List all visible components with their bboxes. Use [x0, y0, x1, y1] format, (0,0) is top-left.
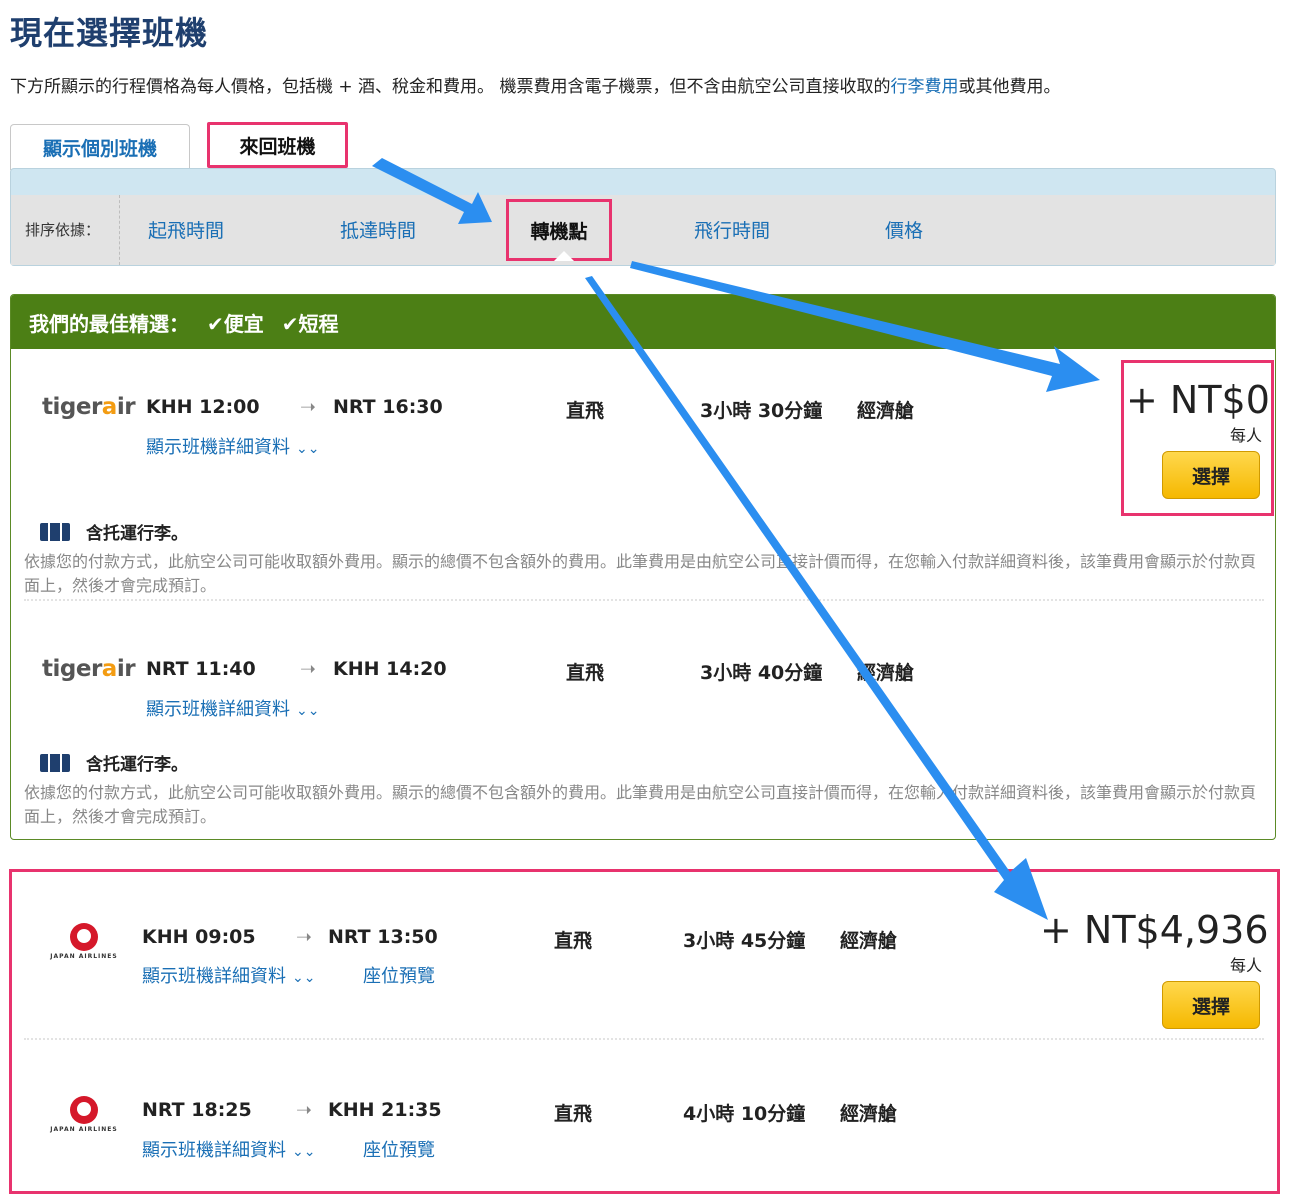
page-title: 現在選擇班機 [10, 14, 209, 52]
tag-cheap: ✔便宜 [207, 311, 264, 336]
payment-fee-note: 依據您的付款方式，此航空公司可能收取額外費用。顯示的總價不包含額外的費用。此筆費… [24, 783, 1257, 826]
show-flight-details-link[interactable]: 顯示班機詳細資料 ⌄⌄ [142, 1136, 315, 1162]
baggage-included: 含托運行李。 [40, 750, 188, 775]
select-button[interactable]: 選擇 [1162, 981, 1260, 1029]
double-chevron-down-icon: ⌄⌄ [292, 1144, 316, 1160]
intro-text: 下方所顯示的行程價格為每人價格，包括機 + 酒、稅金和費用。 機票費用含電子機票… [10, 77, 1061, 97]
flight-row: NRT 18:25 ➝ KHH 21:35 直飛 4小時 10分鐘 經濟艙 [142, 1099, 898, 1125]
best-price: + NT$0 每人 [1126, 378, 1270, 445]
best-picks-header: 我們的最佳精選： ✔便宜 ✔短程 [11, 295, 1275, 349]
flight-row: KHH 12:00 ➝ NRT 16:30 直飛 3小時 30分鐘 經濟艙 [146, 396, 915, 422]
flight-row: NRT 11:40 ➝ KHH 14:20 直飛 3小時 40分鐘 經濟艙 [146, 658, 915, 684]
tigerair-logo: tigerair [42, 394, 136, 420]
tigerair-logo: tigerair [42, 656, 136, 682]
double-chevron-down-icon: ⌄⌄ [296, 703, 320, 719]
sort-price[interactable]: 價格 [885, 216, 923, 243]
arrow-right-icon: ➝ [296, 1099, 312, 1121]
luggage-icon [40, 753, 70, 772]
select-button[interactable]: 選擇 [1162, 451, 1260, 499]
sort-flight-time[interactable]: 飛行時間 [694, 216, 770, 243]
seat-preview-link[interactable]: 座位預覽 [363, 1136, 435, 1162]
tab-individual-flights[interactable]: 顯示個別班機 [10, 124, 190, 170]
active-sort-caret [554, 251, 574, 261]
baggage-included: 含托運行李。 [40, 519, 188, 544]
double-chevron-down-icon: ⌄⌄ [296, 441, 320, 457]
sort-arrival-time[interactable]: 抵達時間 [340, 216, 416, 243]
sort-departure-time[interactable]: 起飛時間 [148, 216, 224, 243]
arrow-right-icon: ➝ [300, 658, 316, 680]
flight-row: KHH 09:05 ➝ NRT 13:50 直飛 3小時 45分鐘 經濟艙 [142, 926, 898, 952]
double-chevron-down-icon: ⌄⌄ [292, 970, 316, 986]
show-flight-details-link[interactable]: 顯示班機詳細資料 ⌄⌄ [142, 962, 315, 988]
jal-price: + NT$4,936 每人 [1040, 908, 1269, 975]
tab-round-trip[interactable]: 來回班機 [207, 122, 348, 168]
arrow-right-icon: ➝ [296, 926, 312, 948]
arrow-right-icon: ➝ [300, 396, 316, 418]
sort-bar: 排序依據： 起飛時間 抵達時間 轉機點 飛行時間 價格 [10, 168, 1276, 266]
baggage-fee-link[interactable]: 行李費用 [890, 77, 958, 97]
sort-label: 排序依據： [25, 221, 101, 239]
jal-logo: JAPAN AIRLINES [44, 1096, 124, 1136]
jal-logo: JAPAN AIRLINES [44, 923, 124, 963]
show-flight-details-link[interactable]: 顯示班機詳細資料 ⌄⌄ [146, 433, 319, 459]
luggage-icon [40, 522, 70, 541]
show-flight-details-link[interactable]: 顯示班機詳細資料 ⌄⌄ [146, 695, 319, 721]
tag-short: ✔短程 [281, 311, 339, 336]
payment-fee-note: 依據您的付款方式，此航空公司可能收取額外費用。顯示的總價不包含額外的費用。此筆費… [24, 552, 1257, 595]
seat-preview-link[interactable]: 座位預覽 [363, 962, 435, 988]
